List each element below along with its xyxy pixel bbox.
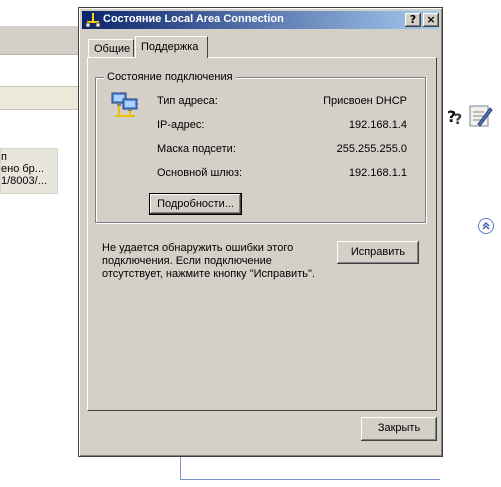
network-connection-icon (85, 12, 101, 28)
network-computers-icon (109, 90, 141, 122)
tab-general[interactable]: Общие (88, 39, 134, 57)
details-button[interactable]: Подробности... (149, 193, 242, 215)
background-line-2: ено бр... (1, 163, 44, 175)
close-window-button[interactable]: × (423, 13, 439, 27)
address-type-value: Присвоен DHCP (323, 95, 407, 107)
ip-address-value: 192.168.1.4 (348, 119, 407, 131)
edit-icon[interactable] (468, 104, 494, 128)
diagnostic-message: Не удается обнаружить ошибки этого подкл… (102, 242, 315, 280)
background-band (0, 86, 80, 110)
close-button[interactable]: Закрыть (361, 417, 437, 441)
address-type-label: Тип адреса: (157, 95, 218, 107)
group-legend: Состояние подключения (104, 71, 236, 83)
help-button[interactable]: ? (405, 13, 421, 27)
background-line-3: 1/8003/... (1, 175, 47, 187)
background-selected-item[interactable]: п ено бр... 1/8003/... (0, 148, 58, 194)
background-panel-body-right (440, 0, 501, 487)
svg-text:?: ? (454, 112, 462, 127)
ip-address-label: IP-адрес: (157, 119, 205, 131)
chevron-up-icon[interactable] (478, 218, 494, 234)
dialog-titlebar[interactable]: Состояние Local Area Connection ? × (82, 11, 439, 29)
tab-support[interactable]: Поддержка (135, 36, 208, 58)
subnet-mask-label: Маска подсети: (157, 143, 236, 155)
background-window-left: п ено бр... 1/8003/... (0, 0, 80, 487)
connection-status-dialog: Состояние Local Area Connection ? × Общи… (78, 7, 443, 457)
background-line-1: п (1, 151, 7, 163)
repair-button[interactable]: Исправить (337, 241, 419, 264)
default-gateway-label: Основной шлюз: (157, 167, 243, 179)
default-gateway-value: 192.168.1.1 (348, 167, 407, 179)
help-icon[interactable]: ? ? (445, 105, 465, 128)
subnet-mask-value: 255.255.255.0 (336, 143, 407, 155)
dialog-title: Состояние Local Area Connection (103, 13, 284, 25)
background-toolbar (0, 26, 80, 55)
